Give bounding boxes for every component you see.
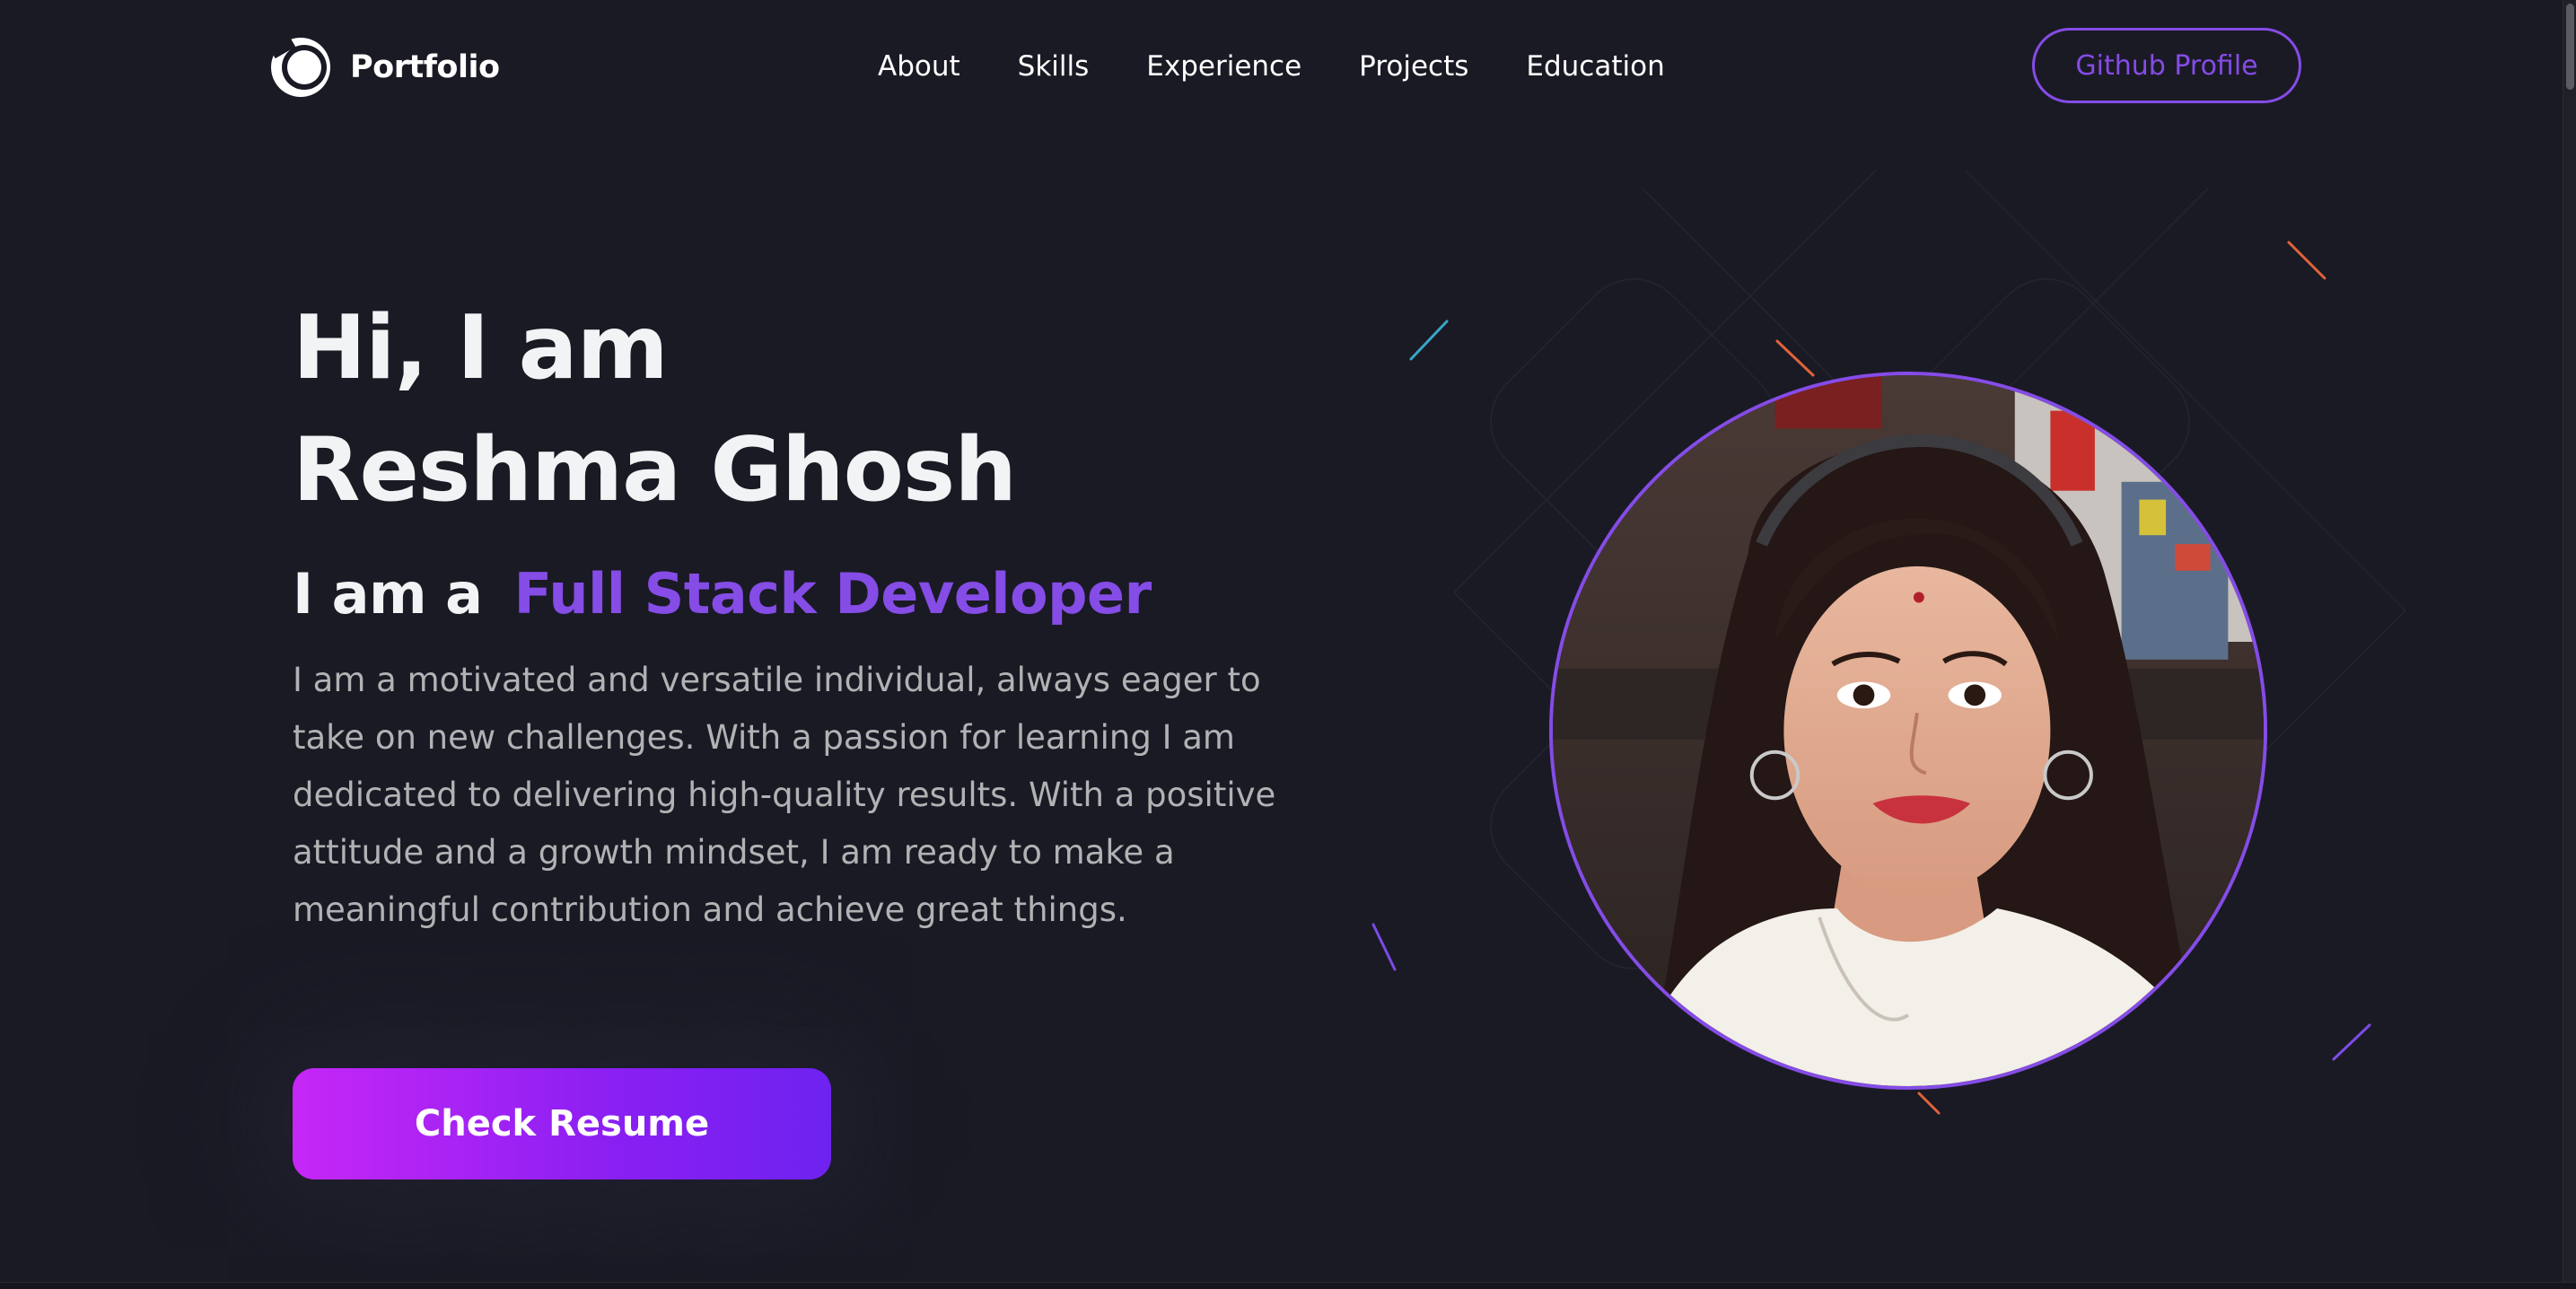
hero-title-greeting: Hi, I am: [293, 297, 669, 399]
circle-logo-icon: [267, 34, 330, 97]
nav-link-projects[interactable]: Projects: [1359, 50, 1468, 83]
hero-role-title: Full Stack Developer: [513, 561, 1152, 627]
nav-links: About Skills Experience Projects Educati…: [878, 45, 1665, 88]
hero-title-name: Reshma Ghosh: [293, 419, 1017, 522]
navbar: Portfolio About Skills Experience Projec…: [0, 0, 2576, 133]
nav-link-education[interactable]: Education: [1526, 50, 1664, 83]
shooting-star-purple: [1371, 923, 1397, 971]
shooting-star-orange-3: [1917, 1092, 1941, 1115]
hero-role-prefix: I am a: [293, 561, 483, 627]
hero-role: I am a Full Stack Developer: [293, 558, 1325, 630]
profile-photo: [1549, 372, 2267, 1090]
logo-text: Portfolio: [350, 49, 500, 85]
hero-text-section: Hi, I am Reshma Ghosh I am a Full Stack …: [293, 287, 1325, 972]
hero-title: Hi, I am Reshma Ghosh: [293, 287, 1325, 531]
nav-link-experience[interactable]: Experience: [1146, 50, 1301, 83]
hero-description: I am a motivated and versatile individua…: [293, 661, 1276, 929]
logo-link[interactable]: Portfolio: [267, 34, 500, 101]
profile-photo-image: [1553, 375, 2264, 1086]
github-profile-button[interactable]: Github Profile: [2032, 28, 2301, 103]
portfolio-page: Portfolio About Skills Experience Projec…: [0, 0, 2576, 1289]
nav-link-skills[interactable]: Skills: [1018, 50, 1090, 83]
shooting-star-purple-2: [2332, 1023, 2371, 1061]
scrollbar-thumb[interactable]: [2566, 4, 2574, 90]
shooting-star-orange-2: [2287, 241, 2326, 280]
shooting-star-cyan: [1409, 320, 1449, 361]
shooting-star-orange: [1775, 339, 1815, 377]
nav-link-about[interactable]: About: [878, 50, 960, 83]
check-resume-button[interactable]: Check Resume: [293, 1068, 831, 1179]
page-scrollbar[interactable]: [2563, 0, 2576, 1289]
window-bottom-edge: [0, 1282, 2576, 1289]
